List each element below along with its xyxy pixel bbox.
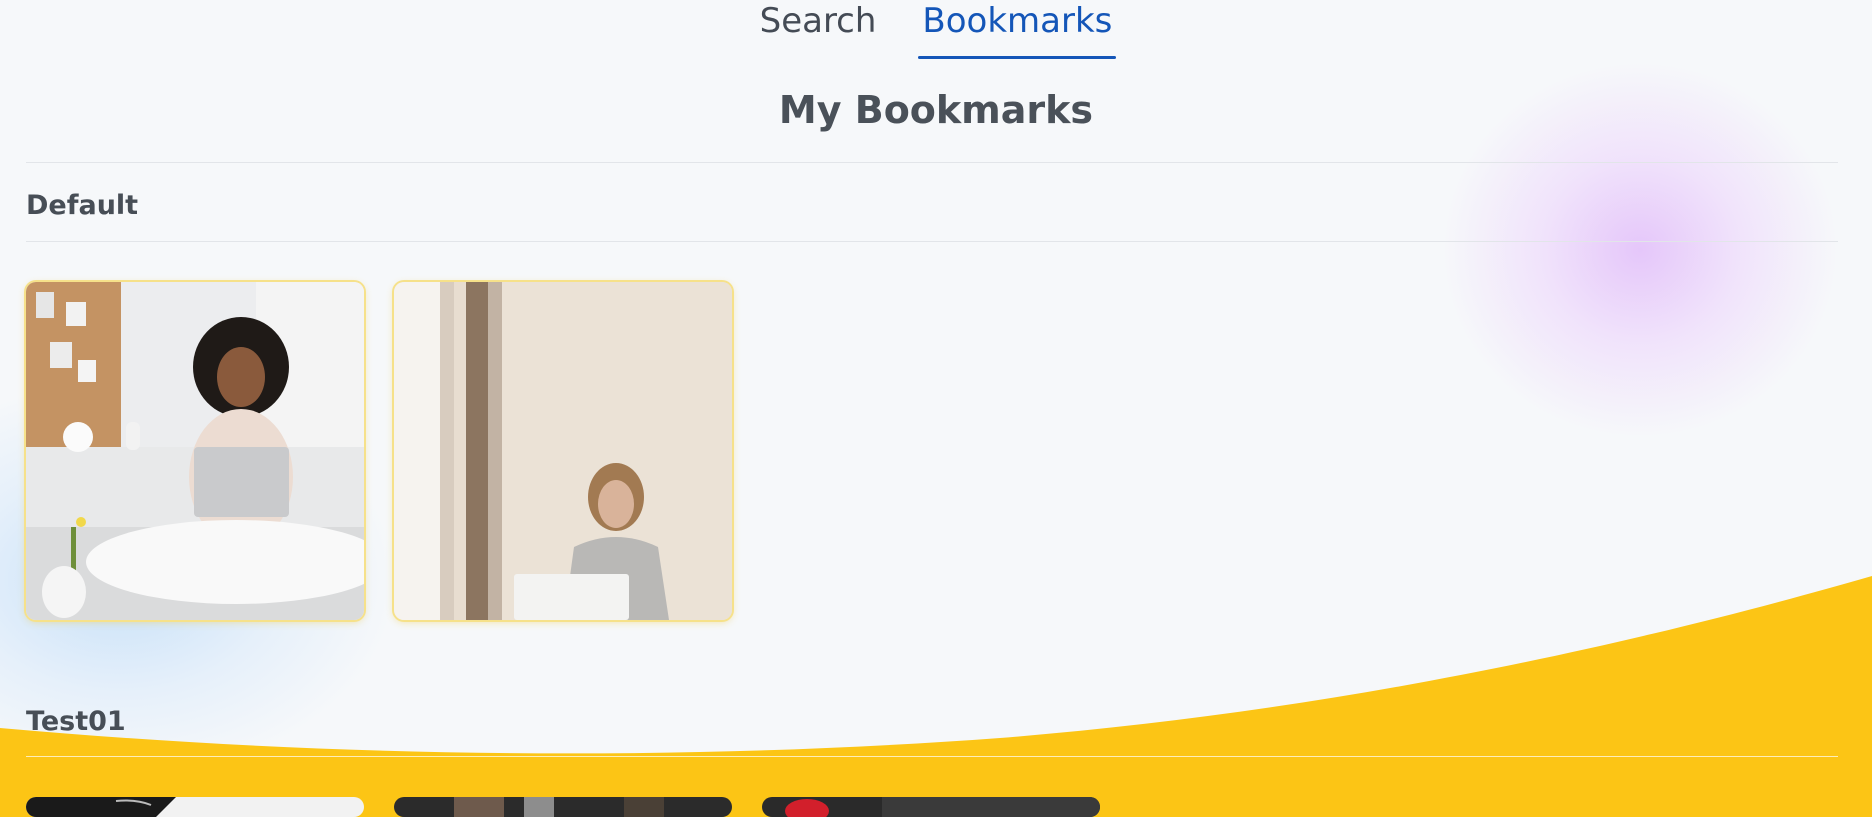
section-label-test01: Test01 bbox=[26, 706, 126, 737]
title-divider bbox=[26, 162, 1838, 163]
bookmark-image bbox=[26, 282, 364, 620]
tab-search[interactable]: Search bbox=[756, 0, 881, 60]
bookmark-card-test01-1[interactable] bbox=[26, 797, 364, 817]
tab-bar: Search Bookmarks bbox=[0, 0, 1872, 60]
bookmark-image bbox=[394, 282, 732, 620]
bookmark-card-test01-2[interactable] bbox=[394, 797, 732, 817]
bookmark-card-woman-laptop-sitting[interactable] bbox=[26, 282, 364, 620]
bookmark-image bbox=[762, 797, 1100, 817]
bookmark-card-test01-3[interactable] bbox=[762, 797, 1100, 817]
section-divider-test01 bbox=[26, 756, 1838, 757]
bookmark-card-woman-laptop-window[interactable] bbox=[394, 282, 732, 620]
page-title: My Bookmarks bbox=[778, 88, 1094, 132]
section-divider-default bbox=[26, 241, 1838, 242]
bookmark-image bbox=[394, 797, 732, 817]
tab-bookmarks[interactable]: Bookmarks bbox=[918, 0, 1117, 60]
bookmarks-page: Search Bookmarks My Bookmarks Default Te… bbox=[0, 0, 1872, 817]
bookmark-image bbox=[26, 797, 364, 817]
section-label-default: Default bbox=[26, 190, 139, 221]
